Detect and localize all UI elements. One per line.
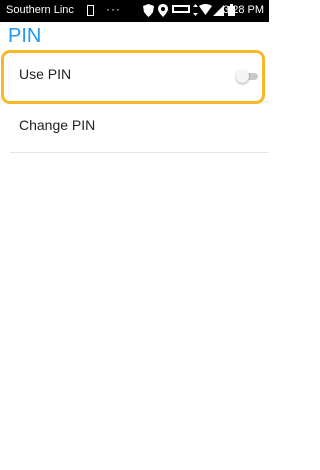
status-bar: Southern Linc ··· 3:28 PM xyxy=(0,0,269,22)
volte-icon xyxy=(172,4,190,18)
use-pin-label: Use PIN xyxy=(19,66,72,82)
change-pin-row[interactable]: Change PIN xyxy=(10,101,269,153)
more-notifications-icon: ··· xyxy=(106,2,121,16)
app-bar: PIN xyxy=(0,22,269,48)
page-title: PIN xyxy=(8,25,42,47)
use-pin-row[interactable]: Use PIN xyxy=(10,50,269,102)
data-arrows-icon xyxy=(193,4,198,20)
wifi-icon xyxy=(199,4,212,19)
switch-thumb xyxy=(236,70,249,83)
sim-icon xyxy=(87,5,94,16)
clock: 3:28 PM xyxy=(223,4,264,16)
change-pin-label: Change PIN xyxy=(19,117,96,133)
location-icon xyxy=(158,4,168,21)
carrier-name: Southern Linc xyxy=(6,4,74,16)
use-pin-switch[interactable] xyxy=(236,70,258,83)
shield-icon xyxy=(143,4,154,21)
